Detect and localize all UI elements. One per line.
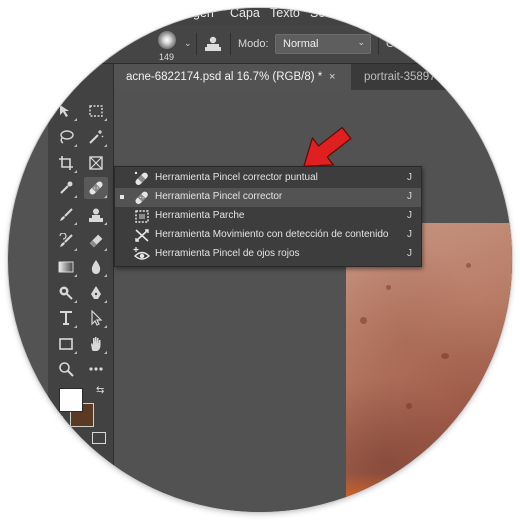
type-tool[interactable] — [54, 307, 78, 329]
move-icon — [60, 105, 69, 117]
menu-item-imagen[interactable]: agen — [186, 8, 214, 20]
stamp-icon — [89, 208, 103, 222]
screen-mode-icon[interactable] — [92, 432, 106, 444]
flyout-item-shortcut: J — [407, 191, 412, 202]
flyout-item-label: Herramienta Parche — [155, 210, 245, 221]
document-tab-bar: acne-6822174.psd al 16.7% (RGB/8) * × po… — [114, 64, 512, 90]
divider — [230, 33, 231, 55]
more-tools[interactable] — [84, 358, 108, 380]
flyout-item-spot-healing-brush[interactable]: Herramienta Pincel corrector puntual J — [115, 169, 421, 188]
flyout-item-shortcut: J — [407, 210, 412, 221]
flyout-item-label: Herramienta Pincel corrector — [155, 191, 283, 202]
dodge-tool[interactable] — [54, 282, 78, 304]
drop-icon — [91, 260, 101, 274]
marquee-tool[interactable] — [84, 100, 108, 122]
selected-bullet-icon — [120, 195, 124, 199]
crop-tool[interactable] — [54, 152, 78, 174]
foreground-color-swatch[interactable] — [59, 388, 83, 412]
more-icon — [89, 367, 103, 371]
default-colors-icon[interactable] — [57, 416, 63, 422]
blur-tool[interactable] — [84, 256, 108, 278]
marquee-icon — [89, 105, 103, 117]
flyout-item-label: Herramienta Movimiento con detección de … — [155, 229, 389, 240]
zoom-tool[interactable] — [54, 358, 78, 380]
frame-icon — [89, 156, 103, 170]
path-selection-tool[interactable] — [84, 307, 108, 329]
menu-bar: agen Capa Texto Sel — [8, 8, 512, 25]
mode-select[interactable]: Normal ⌄ — [275, 34, 371, 54]
chevron-down-icon: ⌄ — [357, 38, 365, 48]
hand-tool[interactable] — [84, 333, 108, 355]
rectangle-icon — [59, 338, 73, 350]
circular-crop: agen Capa Texto Sel 149 ⌄ Modo: Normal ⌄… — [8, 8, 512, 512]
history-brush-tool[interactable] — [54, 230, 78, 252]
eyedropper-icon — [60, 181, 73, 194]
content-aware-move-icon — [135, 229, 149, 242]
brush-icon — [60, 208, 73, 221]
pen-icon — [91, 286, 101, 299]
tools-panel: ⇆ — [48, 64, 114, 512]
magnifier-icon — [59, 362, 74, 377]
gradient-icon — [58, 261, 74, 273]
flyout-item-patch[interactable]: Herramienta Parche J — [115, 207, 421, 226]
tab-acne[interactable]: acne-6822174.psd al 16.7% (RGB/8) * × — [114, 64, 351, 90]
menu-item-seleccion[interactable]: Sel — [310, 8, 328, 20]
healing-tools-flyout: Herramienta Pincel corrector puntual J H… — [114, 166, 422, 267]
gradient-tool[interactable] — [54, 256, 78, 278]
flyout-item-shortcut: J — [407, 172, 412, 183]
mode-value: Normal — [283, 38, 319, 50]
flyout-item-content-aware-move[interactable]: Herramienta Movimiento con detección de … — [115, 226, 421, 245]
type-icon — [60, 311, 72, 325]
brush-size: 149 — [159, 52, 175, 62]
eraser-icon — [89, 234, 103, 248]
menu-item-capa[interactable]: Capa — [230, 8, 260, 20]
magic-wand-tool[interactable] — [84, 126, 108, 148]
options-bar: 149 ⌄ Modo: Normal ⌄ O — [8, 25, 512, 64]
frame-tool[interactable] — [84, 152, 108, 174]
flyout-item-label: Herramienta Pincel de ojos rojos — [155, 248, 300, 259]
red-arrow-icon — [303, 126, 352, 167]
flyout-item-red-eye[interactable]: Herramienta Pincel de ojos rojos J — [115, 245, 421, 264]
pen-tool[interactable] — [84, 282, 108, 304]
spot-healing-brush-icon — [134, 171, 148, 186]
brush-picker-chevron-icon[interactable]: ⌄ — [184, 39, 192, 49]
stamp-icon — [205, 36, 221, 51]
divider — [378, 33, 379, 55]
eyedropper-tool[interactable] — [54, 177, 78, 199]
flyout-item-healing-brush[interactable]: Herramienta Pincel corrector J — [115, 188, 421, 207]
lasso-icon — [60, 130, 74, 144]
divider — [196, 33, 197, 55]
quick-mask-icon[interactable] — [58, 432, 72, 444]
magic-wand-icon — [89, 130, 104, 144]
bandage-icon — [89, 181, 103, 195]
options-fragment: O — [386, 38, 395, 50]
mode-label: Modo: — [238, 38, 269, 50]
menu-item-texto[interactable]: Texto — [270, 8, 300, 20]
clone-stamp-tool[interactable] — [84, 204, 108, 226]
tab-label: portrait-35897 — [364, 71, 436, 83]
eraser-tool[interactable] — [84, 230, 108, 252]
arrow-pointer-icon — [91, 310, 103, 326]
tab-portrait[interactable]: portrait-35897 — [352, 64, 512, 90]
lasso-tool[interactable] — [54, 126, 78, 148]
brush-tool[interactable] — [54, 204, 78, 226]
brush-preview[interactable] — [158, 31, 176, 49]
patch-icon — [135, 210, 149, 223]
healing-brush-icon — [135, 191, 148, 205]
shape-tool[interactable] — [54, 333, 78, 355]
tab-label: acne-6822174.psd al 16.7% (RGB/8) * — [126, 71, 323, 83]
healing-brush-tool[interactable] — [84, 177, 108, 199]
red-eye-icon — [133, 247, 151, 260]
brush-settings-button[interactable] — [204, 35, 222, 52]
flyout-item-shortcut: J — [407, 248, 412, 259]
flyout-item-shortcut: J — [407, 229, 412, 240]
swap-colors-icon[interactable]: ⇆ — [96, 385, 104, 396]
close-icon[interactable]: × — [329, 64, 335, 90]
history-brush-icon — [59, 233, 73, 247]
hand-icon — [91, 337, 101, 351]
move-tool[interactable] — [54, 100, 78, 122]
crop-icon — [59, 156, 73, 170]
dodge-icon — [59, 286, 73, 300]
